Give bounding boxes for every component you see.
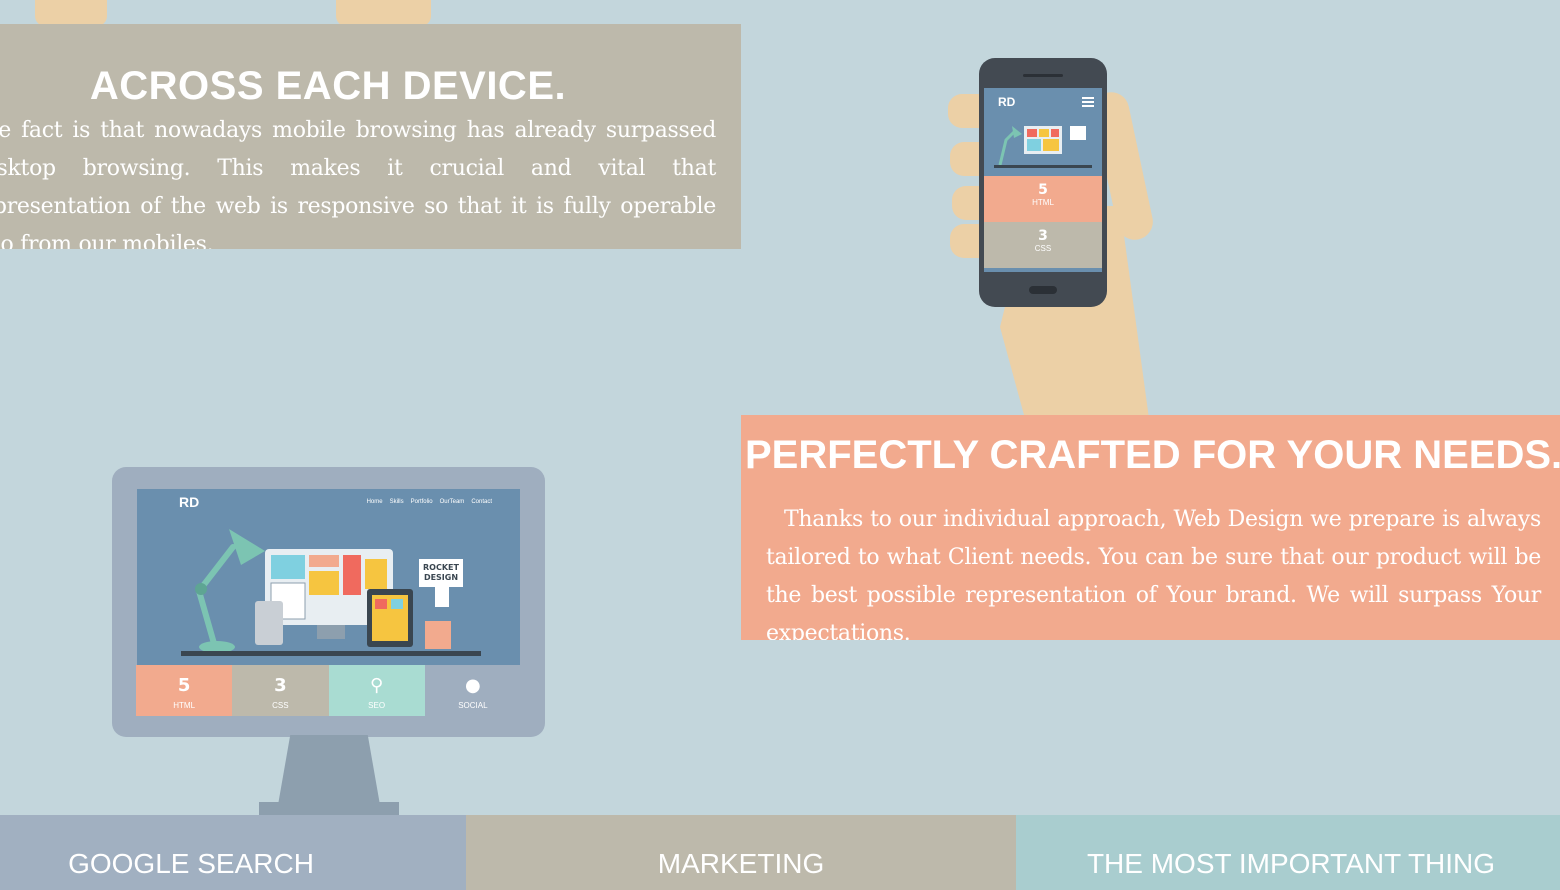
phone-logo: RD bbox=[998, 95, 1016, 109]
crafted-info-panel: PERFECTLY CRAFTED FOR YOUR NEEDS. Thanks… bbox=[741, 415, 1560, 640]
svg-text:DESIGN: DESIGN bbox=[424, 573, 458, 582]
monitor-tile-label: HTML bbox=[173, 701, 196, 710]
monitor-tiles: 5 HTML 3 CSS ⚲ SEO ● SOCIAL bbox=[136, 665, 521, 716]
monitor-illustration: RD Home Skills Portfolio OurTeam Contact bbox=[112, 467, 545, 737]
phone-tile-css: 3 CSS bbox=[984, 222, 1102, 268]
html5-icon: 5 bbox=[177, 675, 191, 696]
monitor-tile-css: 3 CSS bbox=[232, 665, 329, 716]
hamburger-menu-icon bbox=[1082, 97, 1094, 107]
crafted-panel-title: PERFECTLY CRAFTED FOR YOUR NEEDS. bbox=[745, 433, 1560, 477]
search-icon: ⚲ bbox=[370, 675, 384, 696]
monitor-stand-base bbox=[259, 802, 399, 816]
monitor-tile-html: 5 HTML bbox=[136, 665, 233, 716]
smartphone: RD 5 HTML 3 CSS bbox=[979, 58, 1107, 307]
monitor-tile-seo: ⚲ SEO bbox=[328, 665, 425, 716]
monitor-stand-neck bbox=[278, 735, 380, 805]
css3-icon: 3 bbox=[274, 675, 287, 696]
tab-marketing[interactable]: MARKETING bbox=[466, 815, 1016, 890]
phone-tile-label: CSS bbox=[1034, 244, 1052, 253]
people-icon: ● bbox=[465, 675, 481, 696]
tab-google-search[interactable]: GOOGLE SEARCH bbox=[0, 815, 466, 890]
crafted-panel-text: Thanks to our individual approach, Web D… bbox=[766, 507, 1541, 640]
workspace-illustration-icon: ROCKET DESIGN bbox=[181, 529, 481, 656]
phone-speaker bbox=[1023, 74, 1063, 77]
monitor-tile-label: SOCIAL bbox=[458, 701, 488, 710]
hand-illustration-top-right bbox=[336, 0, 431, 26]
phone-illustration: RD 5 HTML 3 CSS bbox=[940, 56, 1180, 426]
device-info-panel: ACROSS EACH DEVICE. The fact is that now… bbox=[0, 24, 741, 249]
monitor-tile-label: SEO bbox=[368, 701, 386, 710]
tab-most-important-thing[interactable]: THE MOST IMPORTANT THING bbox=[1016, 815, 1560, 890]
device-panel-text: The fact is that nowadays mobile browsin… bbox=[0, 118, 716, 249]
desk-illustration-icon bbox=[994, 126, 1092, 168]
device-panel-title: ACROSS EACH DEVICE. bbox=[89, 64, 567, 108]
html5-icon: 5 bbox=[1038, 182, 1048, 198]
rocket-design-badge: ROCKET bbox=[423, 563, 459, 572]
monitor-tile-label: CSS bbox=[272, 701, 289, 710]
phone-screen: RD 5 HTML 3 CSS bbox=[984, 88, 1102, 272]
monitor-tile-social: ● SOCIAL bbox=[424, 665, 521, 716]
css3-icon: 3 bbox=[1038, 228, 1048, 244]
phone-home-button bbox=[1029, 286, 1057, 294]
phone-tile-label: HTML bbox=[1032, 198, 1054, 207]
monitor-screen: RD Home Skills Portfolio OurTeam Contact bbox=[137, 489, 520, 665]
phone-tile-html: 5 HTML bbox=[984, 176, 1102, 222]
hand-illustration-top-left bbox=[35, 0, 107, 26]
